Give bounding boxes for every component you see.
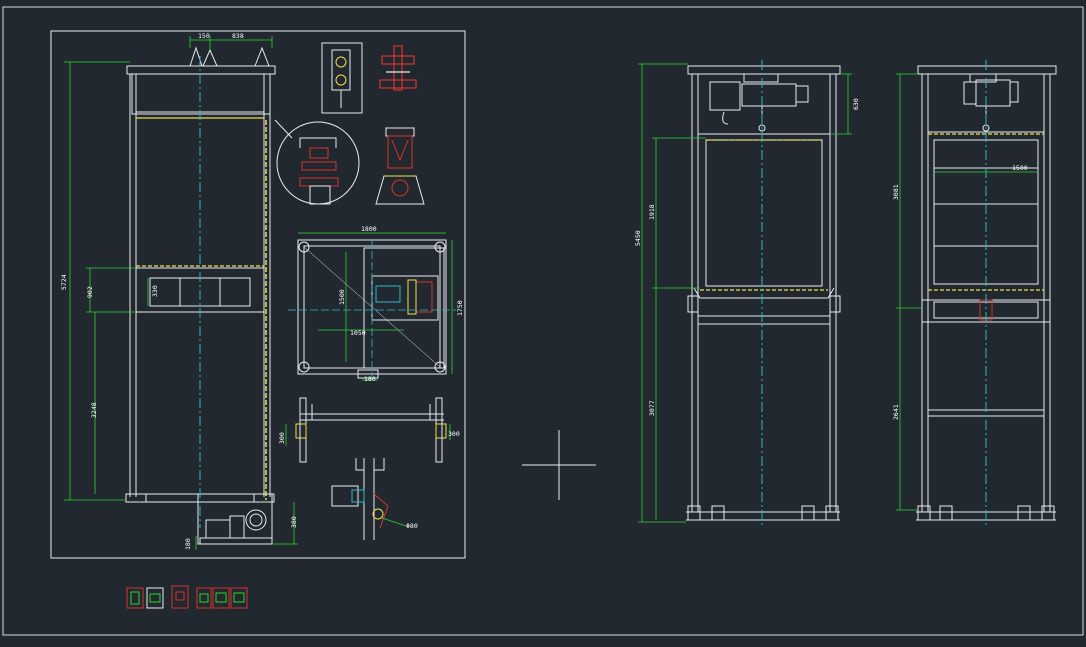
dim-plan-c: 180	[364, 375, 376, 383]
thumbnail-strip[interactable]	[126, 585, 248, 609]
dim-plan-height: 1750	[456, 300, 464, 316]
side-view[interactable]: 3081 1500 2641	[892, 60, 1057, 526]
front-view[interactable]: 5450 1918 3077 630	[634, 60, 860, 526]
front-dim-upper: 1918	[648, 204, 656, 220]
detail-circle-zoom[interactable]	[274, 119, 360, 205]
dim-mid-b: 330	[151, 285, 159, 297]
front-dims	[638, 63, 852, 523]
section-view[interactable]	[295, 397, 447, 463]
side-dim-width: 1500	[1012, 164, 1028, 172]
dim-top-a: 150	[198, 32, 210, 40]
dim-lower-height: 3248	[90, 402, 98, 418]
dim-plan-width: 1800	[361, 225, 377, 233]
cursor-crosshair	[522, 430, 596, 500]
dim-phi: Φ80	[406, 522, 418, 530]
dim-overall-height: 5724	[60, 274, 68, 290]
cad-canvas[interactable]: 150 838 5724 902 330 3248 380 180 1800 1…	[0, 0, 1086, 643]
side-dim-lower: 2641	[892, 404, 900, 420]
front-dim-top: 630	[852, 98, 860, 110]
side-dims	[896, 73, 1038, 511]
detail-box-top[interactable]	[321, 42, 363, 114]
thumbnail-1[interactable]	[126, 587, 144, 609]
sheet-1[interactable]: 150 838 5724 902 330 3248 380 180 1800 1…	[50, 30, 466, 559]
dim-base-a: 380	[290, 516, 298, 528]
detail-drive-bracket[interactable]	[331, 458, 407, 540]
dim-mid-a: 902	[86, 286, 94, 298]
detail-pulley-stand[interactable]	[375, 127, 425, 205]
thumbnail-2[interactable]	[146, 587, 164, 609]
front-dim-total: 5450	[634, 230, 642, 246]
main-elevation-dims	[64, 36, 298, 550]
dim-section-h: 300	[278, 432, 286, 444]
front-dim-lower: 3077	[648, 400, 656, 416]
dim-plan-inner2: 1050	[350, 329, 366, 337]
dim-section-b: 300	[448, 430, 460, 438]
sheet-1-frame	[50, 30, 466, 559]
dim-base-b: 180	[184, 538, 192, 550]
cad-drawing[interactable]: 150 838 5724 902 330 3248 380 180 1800 1…	[0, 0, 1086, 643]
dim-top-b: 838	[232, 32, 244, 40]
side-dim-upper: 3081	[892, 184, 900, 200]
plan-dims	[298, 232, 453, 381]
thumbnail-4[interactable]	[196, 587, 212, 609]
detail-clamp-red[interactable]	[379, 45, 417, 91]
dim-plan-inner: 1500	[338, 289, 346, 305]
thumbnail-6[interactable]	[230, 587, 248, 609]
thumbnail-3[interactable]	[171, 585, 189, 609]
model-border	[2, 6, 1084, 636]
thumbnail-5[interactable]	[212, 587, 230, 609]
section-dims	[285, 424, 451, 446]
